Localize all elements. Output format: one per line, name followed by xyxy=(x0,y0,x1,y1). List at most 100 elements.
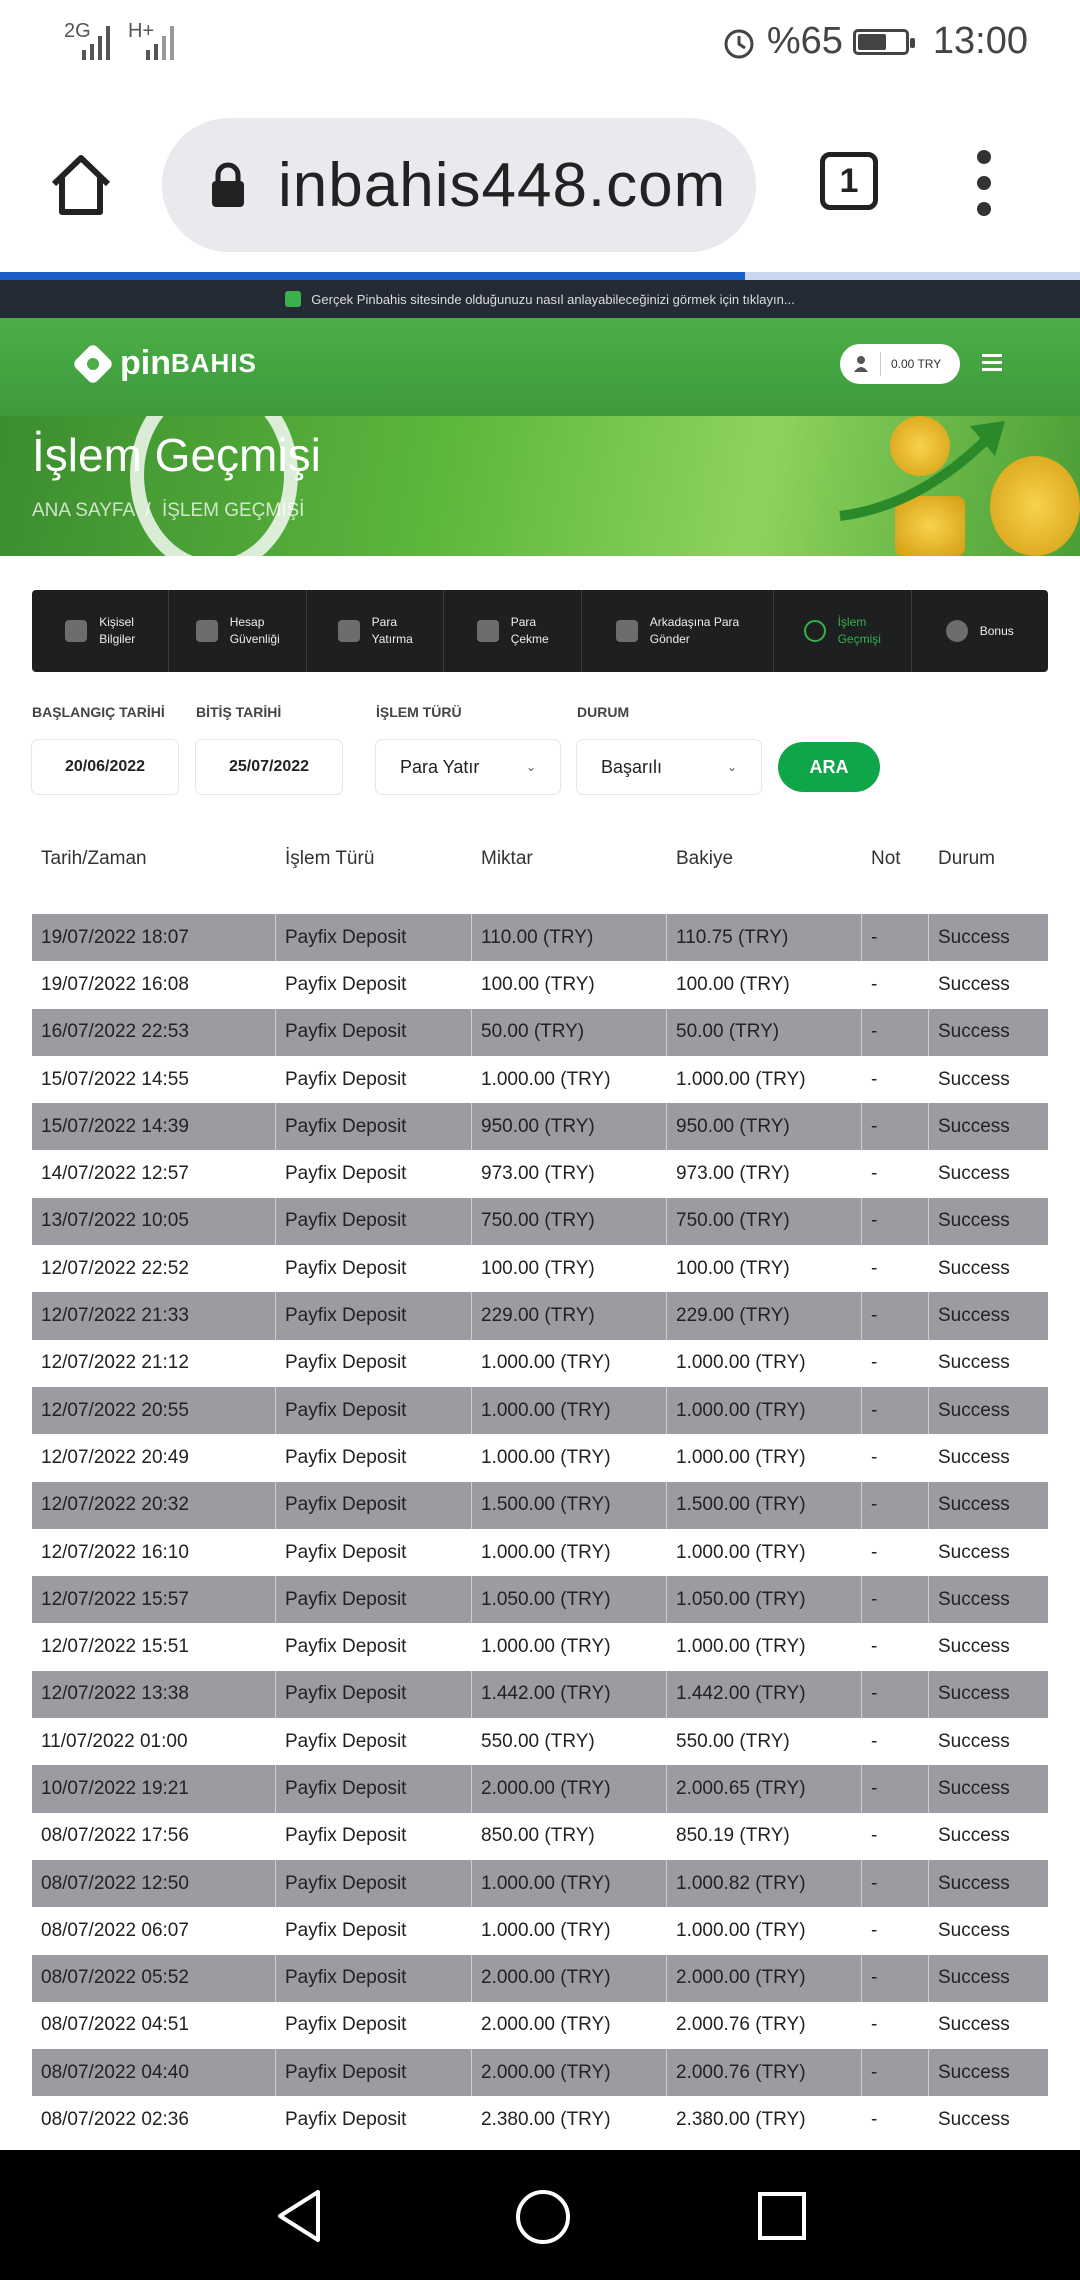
column-header[interactable]: Bakiye xyxy=(667,848,862,892)
table-cell: Success xyxy=(938,1683,1010,1705)
column-header[interactable]: Durum xyxy=(929,848,1048,892)
table-cell: Payfix Deposit xyxy=(276,2001,472,2050)
table-row: 12/07/2022 21:33 Payfix Deposit 229.00 (TR… xyxy=(32,1292,1048,1340)
table-cell: Success xyxy=(938,1967,1010,1989)
table-cell: Payfix Deposit xyxy=(276,1718,472,1766)
tab-bonus[interactable]: Bonus xyxy=(912,590,1048,672)
table-cell: 13/07/2022 10:05 xyxy=(32,1197,276,1246)
tab-deposit[interactable]: Para Yatırma xyxy=(307,590,445,672)
logo-pin-text: pin xyxy=(120,344,171,382)
table-cell: Payfix Deposit xyxy=(276,1386,472,1435)
tab-personal-info[interactable]: Kişisel Bilgiler xyxy=(32,590,170,672)
growth-arrow-icon xyxy=(839,421,1005,521)
table-cell: - xyxy=(862,1812,929,1860)
page-hero: İşlem Geçmişi ANA SAYFA / İŞLEM GEÇMİŞİ xyxy=(0,416,1080,556)
table-cell: 12/07/2022 15:57 xyxy=(32,1576,276,1624)
user-icon xyxy=(854,356,868,372)
address-bar[interactable]: inbahis448.com xyxy=(162,118,756,252)
table-cell: - xyxy=(862,1859,929,1908)
battery-icon xyxy=(852,28,915,55)
notice-bar[interactable]: Gerçek Pinbahis sitesinde olduğunuzu nas… xyxy=(0,280,1080,318)
start-date-input[interactable]: 20/06/2022 xyxy=(32,740,178,794)
table-cell: Success xyxy=(938,1919,1010,1941)
search-button[interactable]: ARA xyxy=(778,742,880,792)
breadcrumb: ANA SAYFA / İŞLEM GEÇMİŞİ xyxy=(32,500,304,522)
table-cell: 1.000.00 (TRY) xyxy=(472,1528,667,1577)
tab-switcher-button[interactable]: 1 xyxy=(820,152,878,210)
table-cell: 1.442.00 (TRY) xyxy=(472,1670,667,1719)
table-cell: Success xyxy=(938,1163,1010,1185)
table-cell: Payfix Deposit xyxy=(276,1481,472,1529)
transaction-type-select[interactable]: Para Yatır ⌄ xyxy=(376,740,560,794)
alarm-icon xyxy=(724,29,754,58)
balance-amount: 0.00 TRY xyxy=(891,357,942,371)
table-cell: 19/07/2022 18:07 xyxy=(32,914,276,962)
home-nav-icon[interactable] xyxy=(516,2190,570,2244)
table-cell: 12/07/2022 22:52 xyxy=(32,1245,276,1293)
status-right: %65 13:00 xyxy=(721,20,1028,63)
column-header[interactable]: Miktar xyxy=(472,848,667,892)
table-cell: 1.000.00 (TRY) xyxy=(472,1386,667,1435)
column-header[interactable]: Not xyxy=(862,848,929,892)
logo-pin-icon xyxy=(71,342,115,385)
table-cell: 08/07/2022 05:52 xyxy=(32,1954,276,2002)
table-cell: - xyxy=(862,1954,929,2002)
table-cell: - xyxy=(862,2096,929,2144)
table-cell: 12/07/2022 20:55 xyxy=(32,1386,276,1435)
breadcrumb-current: İŞLEM GEÇMİŞİ xyxy=(161,500,305,521)
table-cell: 2.000.00 (TRY) xyxy=(472,2001,667,2050)
table-cell: 750.00 (TRY) xyxy=(667,1197,862,1246)
selected-value: Başarılı xyxy=(601,756,663,777)
site-logo[interactable]: pin BAHIS xyxy=(71,342,257,385)
table-cell: 850.00 (TRY) xyxy=(472,1812,667,1860)
overflow-menu-icon[interactable] xyxy=(972,150,996,216)
tab-transaction-history[interactable]: İşlem Geçmişi xyxy=(774,590,912,672)
table-cell: - xyxy=(862,1907,929,1955)
tab-send-money[interactable]: Arkadaşına Para Gönder xyxy=(582,590,775,672)
logo-bahis-text: BAHIS xyxy=(170,348,257,378)
verified-shield-icon xyxy=(285,291,302,307)
table-cell: 1.050.00 (TRY) xyxy=(472,1576,667,1624)
system-nav-bar xyxy=(0,2150,1080,2280)
home-icon[interactable] xyxy=(48,152,114,218)
column-header[interactable]: Tarih/Zaman xyxy=(32,848,276,892)
table-row: 11/07/2022 01:00 Payfix Deposit 550.00 (TR… xyxy=(32,1718,1048,1766)
chevron-down-icon: ⌄ xyxy=(525,760,536,774)
table-row: 12/07/2022 16:10 Payfix Deposit 1.000.00 (… xyxy=(32,1528,1048,1577)
table-cell: 750.00 (TRY) xyxy=(472,1197,667,1246)
column-header[interactable]: İşlem Türü xyxy=(276,848,472,892)
shield-icon xyxy=(195,620,218,642)
table-cell: 08/07/2022 02:36 xyxy=(32,2096,276,2144)
page-title: İşlem Geçmişi xyxy=(32,429,321,481)
end-date-input[interactable]: 25/07/2022 xyxy=(196,740,342,794)
table-cell: - xyxy=(862,1008,929,1056)
smile-icon xyxy=(945,620,968,642)
signal-bars-icon xyxy=(82,26,110,60)
breadcrumb-home[interactable]: ANA SAYFA xyxy=(32,500,134,521)
table-cell: - xyxy=(862,1197,929,1246)
table-cell: - xyxy=(862,1481,929,1529)
user-icon xyxy=(65,620,88,642)
tab-withdraw[interactable]: Para Çekme xyxy=(444,590,582,672)
tab-account-security[interactable]: Hesap Güvenliği xyxy=(169,590,307,672)
table-cell: 550.00 (TRY) xyxy=(472,1718,667,1766)
table-cell: 100.00 (TRY) xyxy=(667,961,862,1009)
table-cell: 950.00 (TRY) xyxy=(472,1103,667,1151)
hamburger-menu-icon[interactable] xyxy=(982,354,1002,375)
table-cell: 1.000.00 (TRY) xyxy=(472,1339,667,1387)
table-cell: Payfix Deposit xyxy=(276,914,472,962)
status-select[interactable]: Başarılı ⌄ xyxy=(577,740,761,794)
lock-icon xyxy=(212,162,244,207)
table-cell: Payfix Deposit xyxy=(276,1623,472,1671)
table-row: 12/07/2022 20:49 Payfix Deposit 1.000.00 (… xyxy=(32,1434,1048,1482)
recents-icon[interactable] xyxy=(758,2192,806,2240)
tab-label: Kişisel Bilgiler xyxy=(99,615,136,646)
status-group: DURUM Başarılı ⌄ xyxy=(577,704,761,794)
table-cell: Success xyxy=(938,1068,1010,1090)
table-cell: 12/07/2022 21:12 xyxy=(32,1339,276,1387)
table-cell: 1.000.00 (TRY) xyxy=(667,1623,862,1671)
table-cell: Payfix Deposit xyxy=(276,1292,472,1340)
balance-button[interactable]: 0.00 TRY xyxy=(840,344,960,384)
withdraw-icon xyxy=(476,620,499,642)
back-icon[interactable] xyxy=(274,2188,324,2244)
